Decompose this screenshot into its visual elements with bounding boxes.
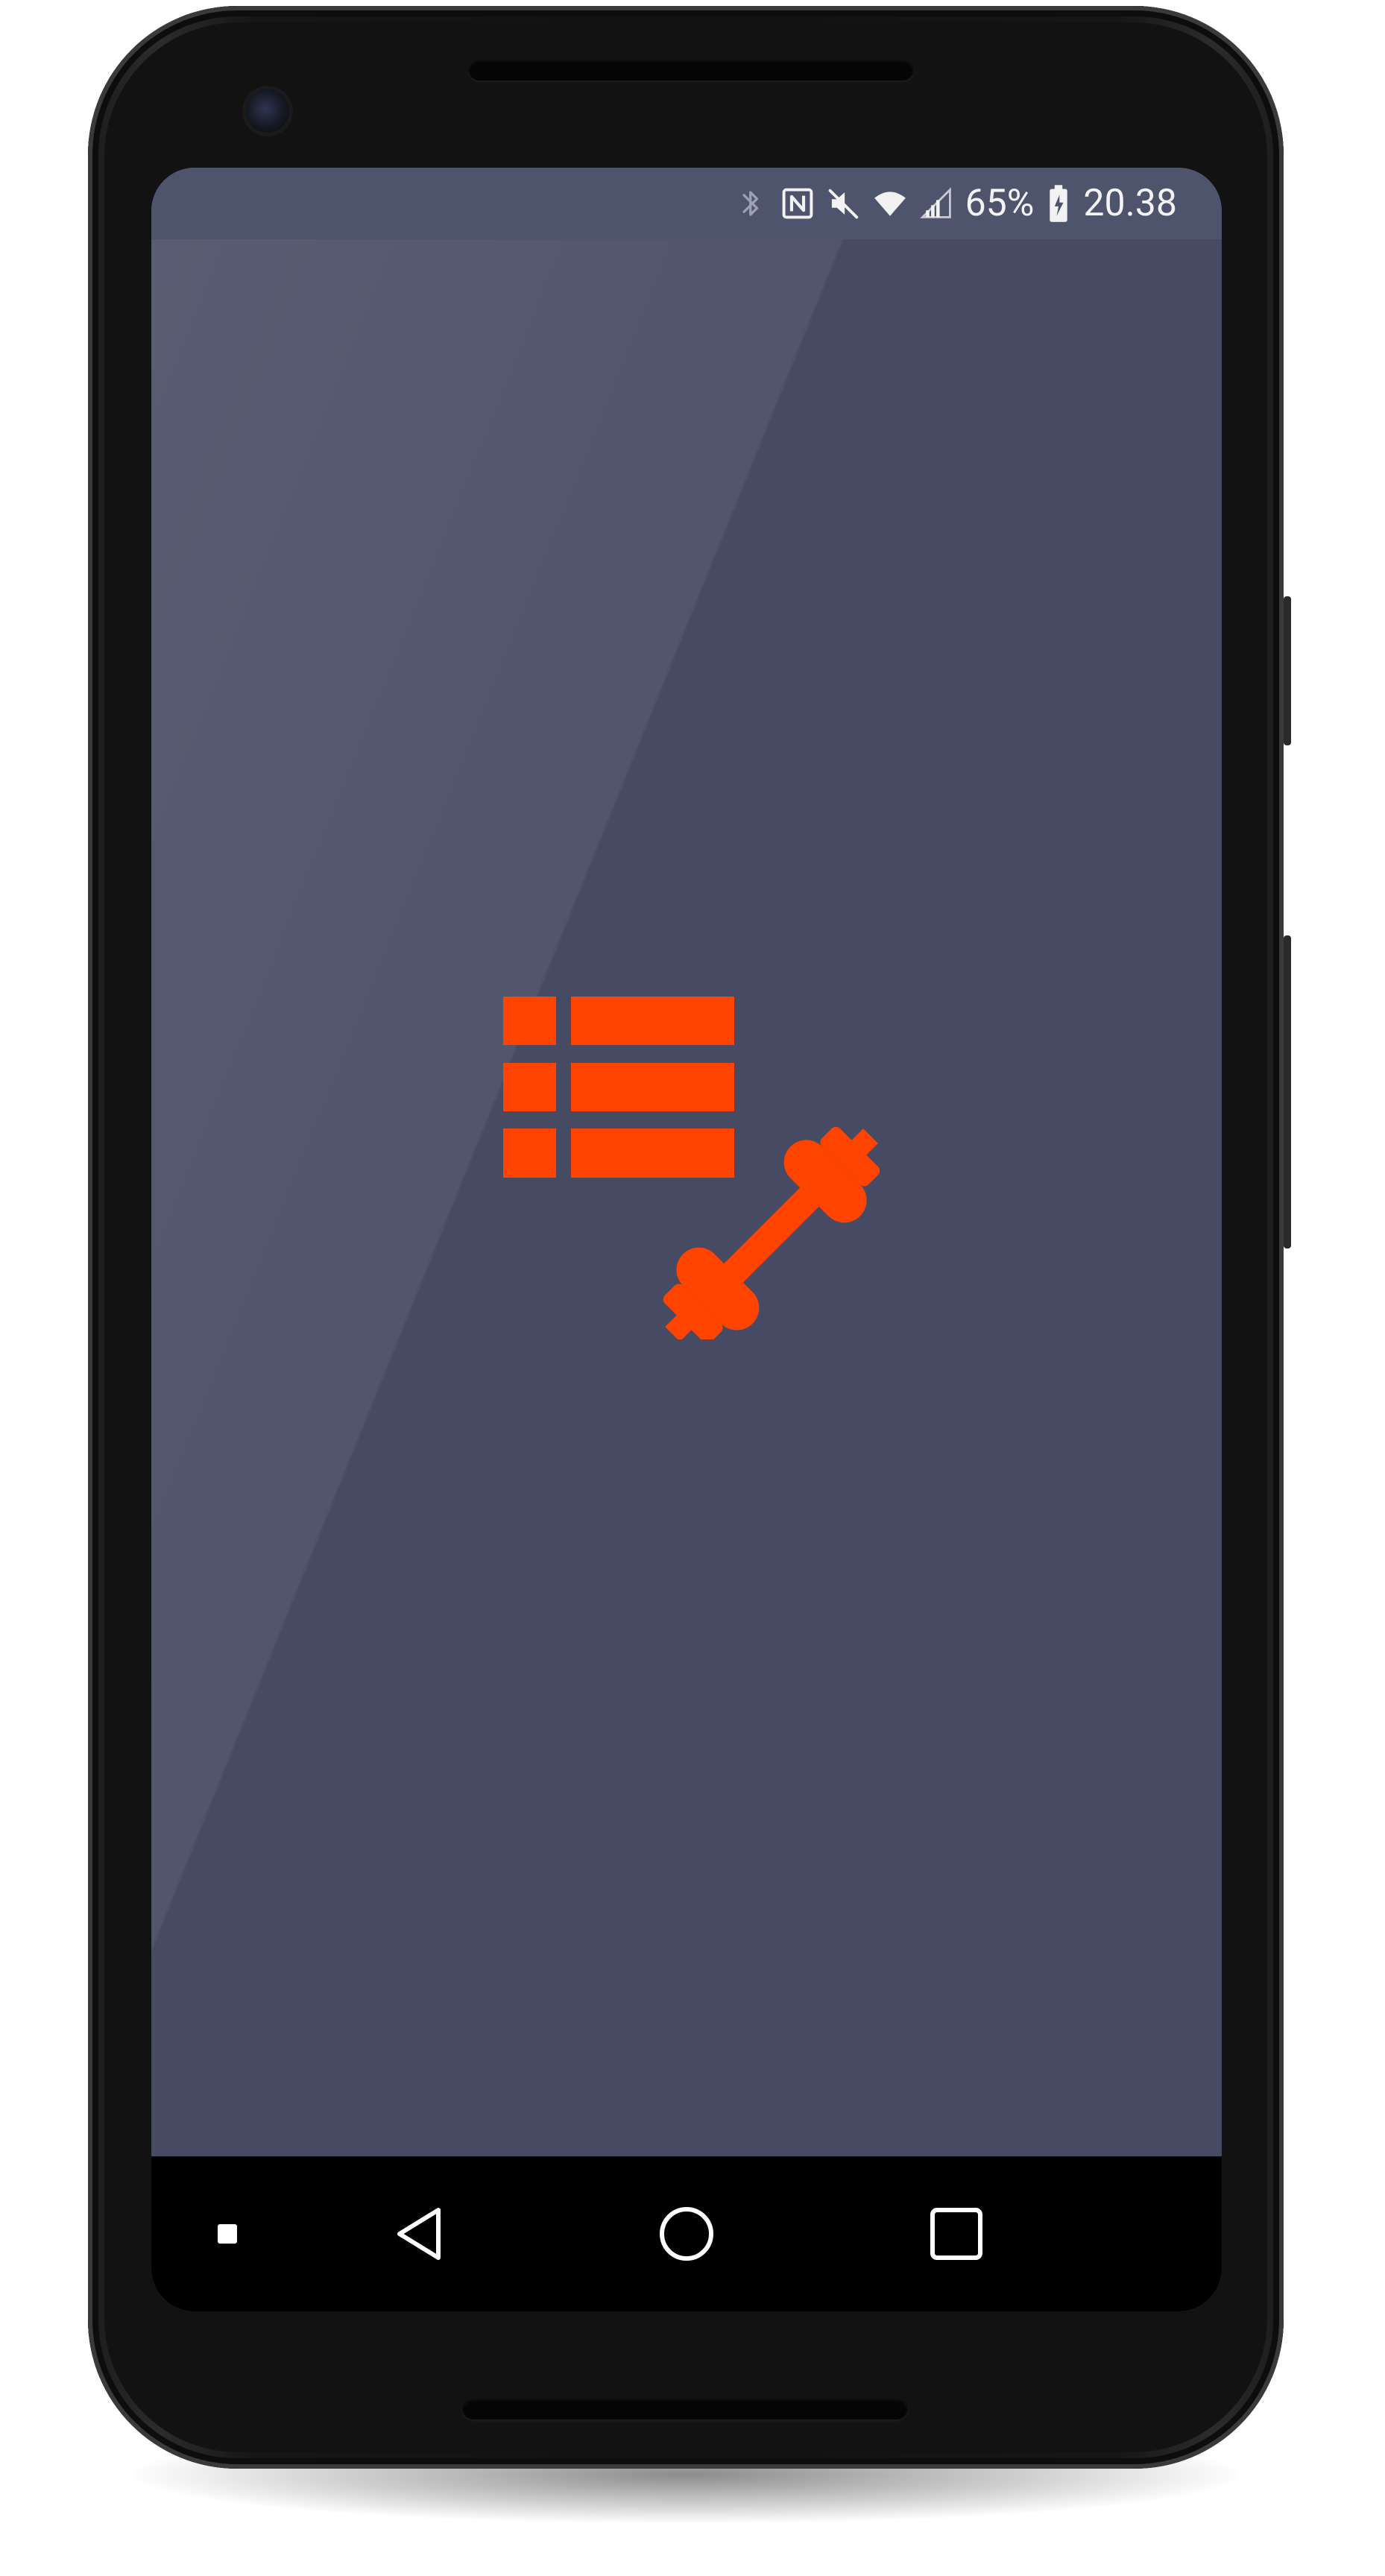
volume-rocker[interactable] [1284,935,1291,1248]
volume-muted-icon [827,184,861,223]
device-mockup: 65% 20.38 [0,0,1385,2576]
power-button[interactable] [1284,596,1291,745]
wifi-icon [873,184,907,223]
cell-signal-icon [919,184,953,223]
recents-icon[interactable] [912,2156,1001,2311]
navigation-bar [151,2156,1222,2311]
app-indicator-icon[interactable] [198,2156,257,2311]
bottom-speaker [462,2397,908,2419]
front-camera [246,89,289,133]
battery-percent: 65% [965,182,1035,225]
workout-list-dumbbell-icon [503,997,880,1339]
nfc-icon [780,184,815,223]
back-icon[interactable] [375,2156,464,2311]
clock: 20.38 [1083,182,1177,225]
home-icon[interactable] [642,2156,731,2311]
phone-screen: 65% 20.38 [151,168,1222,2311]
bluetooth-icon [734,184,769,223]
splash-screen [151,239,1222,2082]
status-icons: 65% 20.38 [734,181,1177,226]
battery-charging-icon [1046,184,1071,223]
status-bar: 65% 20.38 [151,168,1222,239]
earpiece-speaker [468,58,914,80]
